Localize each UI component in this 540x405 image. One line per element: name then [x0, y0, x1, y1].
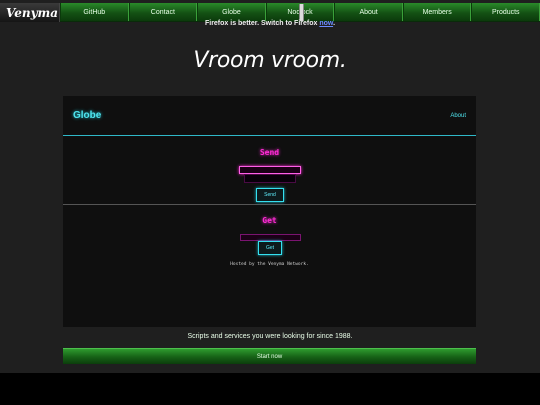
send-section: Send Send: [63, 136, 476, 205]
nav-item-members[interactable]: Members: [402, 3, 472, 21]
send-heading: Send: [259, 148, 280, 157]
globe-panel: Globe About Send Send Get Get Hosted by …: [63, 96, 476, 327]
get-button[interactable]: Get: [258, 241, 282, 255]
send-input[interactable]: [239, 166, 301, 174]
get-input[interactable]: [240, 234, 301, 241]
nav-item-github[interactable]: GitHub: [60, 3, 129, 21]
firefox-banner-suffix: .: [333, 20, 336, 27]
panel-about-link[interactable]: About: [450, 113, 466, 119]
panel-header: Globe About: [63, 96, 476, 136]
nav-item-nodlock[interactable]: Nodlock: [265, 3, 335, 21]
panel-title: Globe: [73, 110, 102, 121]
nav-item-globe[interactable]: Globe: [197, 3, 266, 21]
hero-heading: Vroom vroom.: [193, 48, 347, 73]
nav-item-contact[interactable]: Contact: [128, 3, 198, 21]
tagline: Scripts and services you were looking fo…: [187, 333, 353, 340]
send-textarea[interactable]: [244, 174, 296, 183]
get-heading: Get: [262, 216, 277, 225]
start-now-button[interactable]: Start now: [63, 348, 476, 364]
hosted-text: Hosted by the Venyma Network.: [230, 262, 309, 267]
nav-item-about[interactable]: About: [334, 3, 403, 21]
firefox-banner: Firefox is better. Switch to Firefox now…: [0, 20, 540, 27]
firefox-banner-text: Firefox is better. Switch to Firefox: [204, 20, 320, 27]
get-section: Get Get Hosted by the Venyma Network.: [63, 205, 476, 325]
nav-item-products[interactable]: Products: [471, 3, 540, 21]
send-button[interactable]: Send: [256, 188, 284, 202]
firefox-link[interactable]: now: [319, 20, 333, 27]
